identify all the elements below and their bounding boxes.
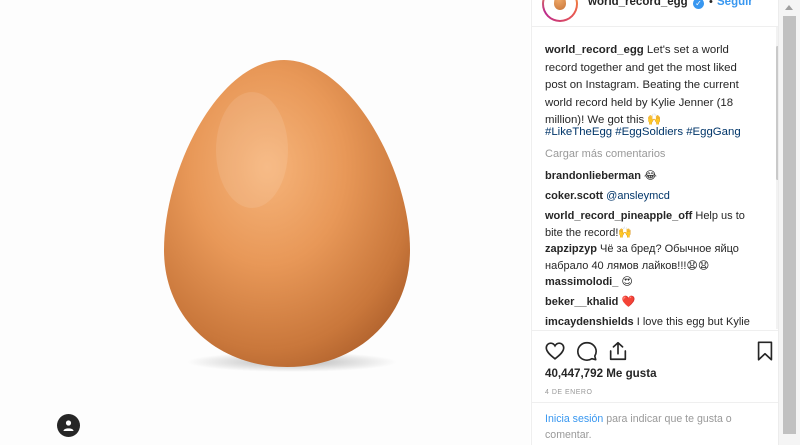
login-prompt: Inicia sesión para indicar que te gusta …: [532, 402, 779, 446]
caption-text: Let's set a world record together and ge…: [545, 44, 739, 127]
comment-username[interactable]: zapzipzyp: [545, 243, 597, 255]
load-more-comments-button[interactable]: Cargar más comentarios: [545, 148, 665, 160]
caption: world_record_egg Let's set a world recor…: [545, 42, 757, 130]
login-link[interactable]: Inicia sesión: [545, 413, 603, 425]
comment-username[interactable]: brandonlieberman: [545, 170, 641, 182]
page-scrollbar[interactable]: [778, 0, 800, 445]
comment-username[interactable]: world_record_pineapple_off: [545, 210, 692, 222]
comment-username[interactable]: massimolodi_: [545, 276, 618, 288]
user-icon: [63, 420, 74, 431]
verified-badge-icon: ✓: [693, 0, 704, 9]
header-separator: •: [709, 0, 713, 8]
post-photo[interactable]: [0, 0, 530, 445]
likes-number: 40,447,792: [545, 367, 604, 380]
page-scrollbar-thumb[interactable]: [783, 16, 796, 434]
heart-icon[interactable]: [544, 340, 566, 362]
login-prompt-text: Inicia sesión para indicar que te gusta …: [545, 411, 765, 443]
caption-hashtags[interactable]: #LikeTheEgg #EggSoldiers #EggGang: [545, 126, 741, 138]
comment-item: brandonlieberman 😂: [545, 168, 760, 185]
comment-text: 😂: [644, 170, 657, 182]
comment-item: beker__khalid ❤️: [545, 294, 760, 311]
likes-count[interactable]: 40,447,792 Me gusta: [545, 367, 657, 380]
comments-list[interactable]: world_record_egg Let's set a world recor…: [532, 27, 775, 329]
comment-text: 😍: [621, 276, 633, 288]
follow-button[interactable]: Seguir: [717, 0, 753, 8]
post-date[interactable]: 4 DE ENERO: [545, 389, 592, 396]
post-sidebar: world_record_egg ✓ • Seguir world_record…: [531, 0, 779, 445]
comment-item: imcaydenshields I love this egg but Kyli…: [545, 314, 760, 329]
likes-label: Me gusta: [606, 367, 657, 380]
comment-username[interactable]: imcaydenshields: [545, 316, 634, 328]
avatar[interactable]: [542, 0, 578, 22]
comment-username[interactable]: coker.scott: [545, 190, 603, 202]
comment-text: ❤️: [621, 296, 636, 308]
caption-username[interactable]: world_record_egg: [545, 44, 644, 56]
header-username[interactable]: world_record_egg: [588, 0, 688, 8]
comment-icon[interactable]: [576, 340, 598, 362]
comment-item: zapzipzyp Чё за бред? Обычное яйцо набра…: [545, 241, 760, 274]
comment-item: coker.scott @ansleymcd: [545, 188, 760, 205]
egg-avatar-icon: [554, 0, 566, 10]
user-tag-button[interactable]: [57, 414, 80, 437]
scroll-up-arrow-icon[interactable]: [785, 5, 793, 10]
bookmark-icon[interactable]: [754, 340, 776, 362]
action-bar: [532, 330, 779, 361]
comment-username[interactable]: beker__khalid: [545, 296, 618, 308]
comment-mention[interactable]: @ansleymcd: [606, 190, 670, 202]
post-header: world_record_egg ✓ • Seguir: [532, 0, 779, 27]
comment-item: massimolodi_ 😍: [545, 274, 760, 291]
share-icon[interactable]: [607, 340, 629, 362]
comment-item: world_record_pineapple_off Help us to bi…: [545, 208, 760, 241]
egg-image: [164, 60, 410, 372]
avatar-inner: [544, 0, 576, 20]
